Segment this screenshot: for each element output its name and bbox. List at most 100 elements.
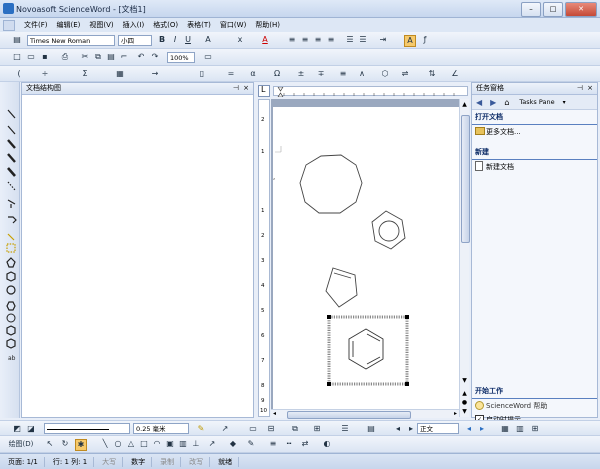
menu-view[interactable]: 视图(V) bbox=[89, 20, 113, 30]
panel-close-icon[interactable]: × bbox=[243, 83, 249, 94]
fraction-icon[interactable]: ÷ bbox=[40, 69, 50, 79]
field-icon[interactable]: ƒ bbox=[420, 35, 430, 45]
order-icon[interactable]: ⧉ bbox=[290, 424, 300, 434]
plus-minus-icon[interactable]: ∓ bbox=[316, 69, 326, 79]
horizontal-scrollbar[interactable]: ◂ ▸ bbox=[271, 409, 459, 419]
task-pane-pin-icon[interactable]: ⊣ bbox=[577, 83, 583, 94]
font-color-icon[interactable]: A bbox=[260, 35, 270, 45]
line-tool-icon-a[interactable]: ◩ bbox=[12, 424, 22, 434]
greek-omega-icon[interactable]: Ω bbox=[272, 69, 282, 79]
home-icon[interactable]: ⌂ bbox=[504, 98, 509, 107]
line-color-icon[interactable]: ✎ bbox=[246, 439, 256, 449]
scroll-up-icon[interactable]: ▲ bbox=[460, 101, 469, 111]
vertical-ruler[interactable]: 2 1 1 2 3 4 5 6 7 8 9 10 bbox=[258, 99, 270, 417]
maximize-button[interactable]: □ bbox=[543, 2, 563, 17]
menu-format[interactable]: 格式(O) bbox=[153, 20, 178, 30]
hscroll-thumb[interactable] bbox=[287, 411, 411, 419]
line-width-select[interactable]: 0.25 毫米 bbox=[133, 423, 189, 434]
reaction-icon[interactable]: ⇌ bbox=[400, 69, 410, 79]
underline-icon[interactable]: U bbox=[183, 35, 193, 45]
new-icon[interactable]: □ bbox=[12, 52, 22, 62]
redo-icon[interactable]: ↷ bbox=[150, 52, 160, 62]
3d-icon[interactable]: ◐ bbox=[322, 439, 332, 449]
next-page-icon[interactable]: ▼ bbox=[460, 408, 469, 416]
dash-style-icon[interactable]: ┅ bbox=[284, 439, 294, 449]
benzene-molecule[interactable] bbox=[371, 210, 406, 250]
bullets-icon[interactable]: ☰ bbox=[358, 35, 368, 45]
menu-file[interactable]: 文件(F) bbox=[24, 20, 48, 30]
triangle-draw-icon[interactable]: △ bbox=[126, 439, 136, 449]
fill-color-icon[interactable]: ◆ bbox=[228, 439, 238, 449]
picture-icon[interactable]: ▣ bbox=[165, 439, 175, 449]
scroll-left-icon[interactable]: ◂ bbox=[273, 410, 276, 417]
format-painter-icon[interactable]: ⌐ bbox=[119, 52, 129, 62]
justify-icon[interactable]: ≡ bbox=[326, 35, 336, 45]
coordinate-icon[interactable]: ↗ bbox=[207, 439, 217, 449]
print-icon[interactable]: ⎙ bbox=[60, 52, 70, 62]
chart-tool-icon[interactable]: ▥ bbox=[515, 424, 525, 434]
superscript-icon[interactable]: x bbox=[235, 35, 245, 45]
scroll-thumb[interactable] bbox=[461, 115, 470, 243]
angle-icon[interactable]: ∠ bbox=[450, 69, 460, 79]
menu-insert[interactable]: 插入(I) bbox=[123, 20, 145, 30]
align-left-icon[interactable]: ≡ bbox=[287, 35, 297, 45]
chain-icon[interactable]: ∧ bbox=[357, 69, 367, 79]
grow-font-icon[interactable]: A bbox=[203, 35, 213, 45]
chemistry-toolbar-icons[interactable]: ab bbox=[0, 82, 20, 418]
save-icon[interactable]: ▪ bbox=[40, 52, 50, 62]
doc-icon[interactable] bbox=[3, 19, 15, 31]
math-bracket-icon[interactable]: ( bbox=[14, 69, 24, 79]
pin-icon[interactable]: ⊣ bbox=[233, 83, 239, 94]
ring-icon[interactable]: ⬡ bbox=[380, 69, 390, 79]
font-size-select[interactable]: 小四 bbox=[118, 35, 152, 46]
exchange-icon[interactable]: ⇅ bbox=[427, 69, 437, 79]
arrow-left-icon[interactable]: ◂ bbox=[393, 424, 403, 434]
bold-icon[interactable]: B bbox=[157, 35, 167, 45]
text-box-icon[interactable]: ▤ bbox=[366, 424, 376, 434]
selected-molecule[interactable] bbox=[327, 315, 409, 386]
box-icon[interactable]: ▭ bbox=[248, 424, 258, 434]
open-icon[interactable]: ▭ bbox=[26, 52, 36, 62]
horizontal-ruler[interactable] bbox=[273, 86, 468, 98]
nonagon-shape[interactable] bbox=[299, 154, 363, 214]
rotate-icon[interactable]: ↻ bbox=[60, 439, 70, 449]
bond-icon[interactable]: ≡ bbox=[338, 69, 348, 79]
vertical-scrollbar[interactable]: ▲ ▼ ▲ ● ▼ bbox=[459, 99, 470, 417]
indent-icon[interactable]: ⇥ bbox=[378, 35, 388, 45]
equal-icon[interactable]: = bbox=[226, 69, 236, 79]
zoom-select[interactable]: 100% bbox=[167, 52, 195, 63]
matrix-icon[interactable]: ▦ bbox=[115, 69, 125, 79]
operator-icon[interactable]: ± bbox=[296, 69, 306, 79]
distribute-icon[interactable]: ☰ bbox=[340, 424, 350, 434]
style-icon[interactable]: ▤ bbox=[12, 35, 22, 45]
line-end-icon[interactable]: ↗ bbox=[220, 424, 230, 434]
forward-icon[interactable]: ▶ bbox=[490, 98, 496, 107]
line-weight-icon[interactable]: ≡ bbox=[268, 439, 278, 449]
new-document-link[interactable]: 新建文档 bbox=[472, 160, 597, 174]
cut-icon[interactable]: ✂ bbox=[80, 52, 90, 62]
axis-icon[interactable]: ⊥ bbox=[191, 439, 201, 449]
menu-table[interactable]: 表格(T) bbox=[187, 20, 211, 30]
go-back-icon[interactable]: ◂ bbox=[464, 424, 474, 434]
table-tool-icon[interactable]: ▦ bbox=[500, 424, 510, 434]
go-forward-icon[interactable]: ▸ bbox=[477, 424, 487, 434]
align-center-icon[interactable]: ≡ bbox=[300, 35, 310, 45]
back-icon[interactable]: ◀ bbox=[476, 98, 482, 107]
arrow-right-icon[interactable]: ▸ bbox=[406, 424, 416, 434]
arrow-icon[interactable]: → bbox=[150, 69, 160, 79]
arrow-style-icon[interactable]: ⇄ bbox=[300, 439, 310, 449]
paste-icon[interactable]: ▤ bbox=[106, 52, 116, 62]
prev-page-icon[interactable]: ▲ bbox=[460, 390, 469, 398]
scroll-right-icon[interactable]: ▸ bbox=[454, 410, 457, 417]
rectangle-draw-icon[interactable]: □ bbox=[139, 439, 149, 449]
line-tool-icon-b[interactable]: ◪ bbox=[26, 424, 36, 434]
undo-icon[interactable]: ↶ bbox=[136, 52, 146, 62]
help-link[interactable]: ScienceWord 帮助 bbox=[472, 399, 597, 413]
copy-icon[interactable]: ⧉ bbox=[93, 52, 103, 62]
italic-icon[interactable]: I bbox=[170, 35, 180, 45]
close-button[interactable]: ✕ bbox=[565, 2, 597, 17]
align-objects-icon[interactable]: ⊟ bbox=[266, 424, 276, 434]
document-page[interactable]: , bbox=[273, 107, 459, 409]
line-style-select[interactable] bbox=[44, 423, 130, 434]
dropdown-icon[interactable]: ▾ bbox=[563, 99, 566, 106]
